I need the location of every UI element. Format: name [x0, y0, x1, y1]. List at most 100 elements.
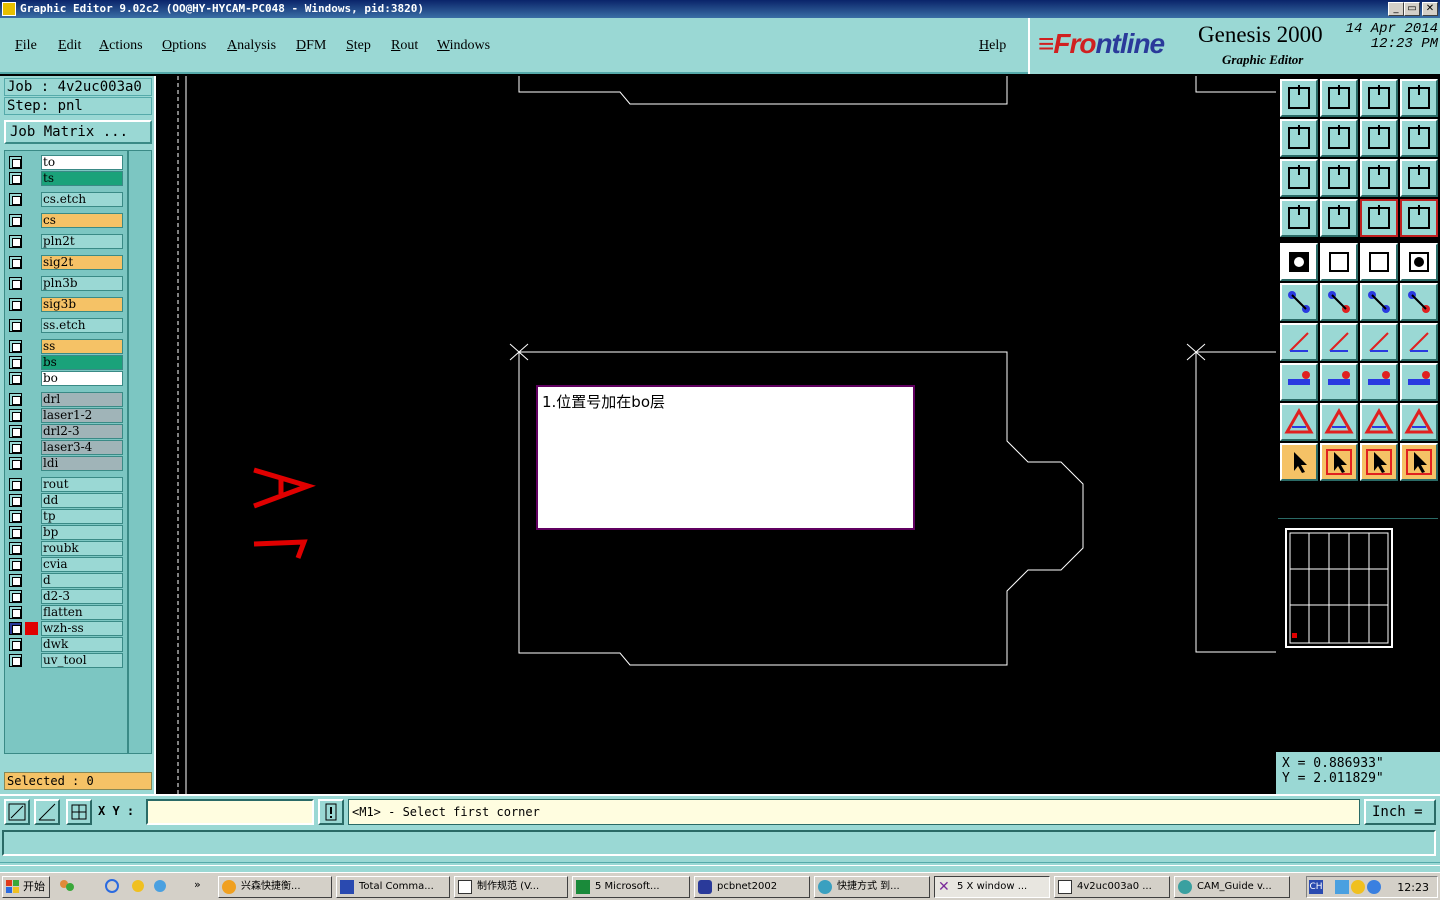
layer-checkbox[interactable] [9, 574, 22, 587]
layer-checkbox[interactable] [9, 542, 22, 555]
menu-actions[interactable]: Actions [99, 38, 143, 54]
triangle-a-icon[interactable] [1360, 403, 1398, 441]
layer-row[interactable]: cs [5, 213, 127, 228]
layer-checkbox[interactable] [9, 372, 22, 385]
layer-name[interactable]: pln3b [41, 276, 123, 291]
layer-row[interactable]: sig3b [5, 297, 127, 312]
zoom-out-icon[interactable] [1320, 119, 1358, 157]
layer-row[interactable]: ts [5, 171, 127, 186]
menu-windows[interactable]: Windows [437, 38, 490, 54]
connect-icon[interactable] [1360, 283, 1398, 321]
fit-profile-icon[interactable] [1320, 159, 1358, 197]
task-button[interactable]: CAM_Guide v... [1174, 876, 1290, 898]
shape-icon[interactable] [1320, 243, 1358, 281]
flip-icon[interactable] [1400, 323, 1438, 361]
arc-icon[interactable] [1360, 323, 1398, 361]
task-button[interactable]: 5 Microsoft... [572, 876, 690, 898]
layer-name[interactable]: d2-3 [41, 589, 123, 604]
layer-checkbox[interactable] [9, 356, 22, 369]
task-button[interactable]: 快捷方式 到... [814, 876, 930, 898]
triangle-b-icon[interactable] [1400, 403, 1438, 441]
layer-checkbox[interactable] [9, 622, 22, 635]
quicklaunch-icon-2[interactable] [130, 878, 146, 894]
layer-select-icon[interactable] [1360, 199, 1398, 237]
select-box-icon[interactable] [1360, 443, 1398, 481]
grid-button[interactable] [66, 799, 92, 825]
layer-checkbox[interactable] [9, 393, 22, 406]
layer-row[interactable]: ss.etch [5, 318, 127, 333]
layer-name[interactable]: laser1-2 [41, 408, 123, 423]
task-button[interactable]: Total Comma... [336, 876, 450, 898]
measure-icon[interactable] [1360, 363, 1398, 401]
layer-checkbox[interactable] [9, 409, 22, 422]
layer-name[interactable]: uv_tool [41, 653, 123, 668]
layer-checkbox[interactable] [9, 156, 22, 169]
layer-checkbox[interactable] [9, 558, 22, 571]
info-button[interactable] [318, 799, 344, 825]
menu-file[interactable]: File [15, 38, 37, 54]
fit-all-icon[interactable] [1280, 159, 1318, 197]
ruler-icon[interactable] [1360, 243, 1398, 281]
grid-display-icon[interactable] [1320, 199, 1358, 237]
layer-row[interactable]: to [5, 155, 127, 170]
route-icon[interactable] [1400, 443, 1438, 481]
layer-name[interactable]: cs.etch [41, 192, 123, 207]
pointer-icon[interactable] [1280, 443, 1318, 481]
layer-row[interactable]: bp [5, 525, 127, 540]
select-icon[interactable] [1320, 443, 1358, 481]
snap-point-icon[interactable] [1280, 283, 1318, 321]
layer-name[interactable]: laser3-4 [41, 440, 123, 455]
task-button[interactable]: 兴森快捷衡... [218, 876, 332, 898]
layer-row[interactable]: dd [5, 493, 127, 508]
layer-checkbox[interactable] [9, 494, 22, 507]
layer-row[interactable]: laser3-4 [5, 440, 127, 455]
layer-row[interactable]: ss [5, 339, 127, 354]
task-button[interactable]: 4v2uc003a0 ... [1054, 876, 1170, 898]
zoom-in-icon[interactable] [1280, 119, 1318, 157]
zoom-reset-icon[interactable] [1360, 119, 1398, 157]
layer-name[interactable]: dwk [41, 637, 123, 652]
line-icon[interactable] [1320, 323, 1358, 361]
zoom-box-button[interactable] [4, 799, 30, 825]
ie-icon[interactable] [104, 878, 120, 894]
layer-name[interactable]: cs [41, 213, 123, 228]
layer-checkbox[interactable] [9, 172, 22, 185]
layer-row[interactable]: bo [5, 371, 127, 386]
menu-help[interactable]: Help [979, 38, 1006, 54]
menu-edit[interactable]: Edit [58, 38, 81, 54]
layer-name[interactable]: sig3b [41, 297, 123, 312]
redraw-icon[interactable] [1320, 79, 1358, 117]
layer-checkbox[interactable] [9, 298, 22, 311]
layer-name[interactable]: wzh-ss [41, 621, 123, 636]
layer-row[interactable]: dwk [5, 637, 127, 652]
pad-icon[interactable] [1400, 243, 1438, 281]
scale-1to2-icon[interactable] [1360, 159, 1398, 197]
layer-name[interactable]: flatten [41, 605, 123, 620]
units-selector[interactable]: Inch = [1364, 799, 1436, 825]
settings-icon[interactable] [1280, 199, 1318, 237]
layer-name[interactable]: dd [41, 493, 123, 508]
layer-row[interactable]: bs [5, 355, 127, 370]
xy-input[interactable] [146, 799, 314, 825]
layer-name[interactable]: roubk [41, 541, 123, 556]
layer-row[interactable]: laser1-2 [5, 408, 127, 423]
task-button-active[interactable]: ✕ 5 X window ... [934, 876, 1050, 898]
layer-name[interactable]: rout [41, 477, 123, 492]
layer-row[interactable]: pln3b [5, 276, 127, 291]
layer-checkbox[interactable] [9, 654, 22, 667]
job-matrix-button[interactable]: Job Matrix ... [4, 120, 152, 144]
window-icon[interactable] [1400, 79, 1438, 117]
layer-row[interactable]: drl2-3 [5, 424, 127, 439]
layer-row[interactable]: rout [5, 477, 127, 492]
triangle-up-icon[interactable] [1320, 403, 1358, 441]
layer-move-icon[interactable] [1400, 199, 1438, 237]
pan-icon[interactable] [1280, 243, 1318, 281]
layer-name[interactable]: ss.etch [41, 318, 123, 333]
quicklaunch-icon-3[interactable] [152, 878, 168, 894]
add-line-icon[interactable] [1320, 363, 1358, 401]
layer-checkbox[interactable] [9, 319, 22, 332]
layer-name[interactable]: pln2t [41, 234, 123, 249]
layer-name[interactable]: bo [41, 371, 123, 386]
layer-name[interactable]: bp [41, 525, 123, 540]
ime-icon[interactable]: CH [1309, 880, 1323, 894]
